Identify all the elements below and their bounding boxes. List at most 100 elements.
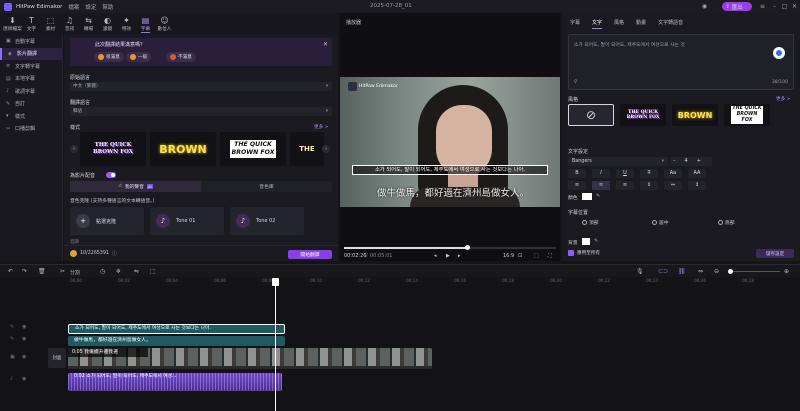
tab-voice-library[interactable]: 音色庫	[201, 181, 332, 192]
tab-0[interactable]: 字幕	[570, 17, 580, 29]
style-card-b[interactable]: BROWN	[672, 104, 718, 126]
playback-progress-handle[interactable]	[464, 245, 470, 250]
sidebar-item-2[interactable]: ≡ 文字轉字幕	[0, 60, 62, 73]
style-card-2[interactable]: BROWN	[150, 132, 216, 166]
video-frame[interactable]: HitPaw Edimakor 소가 되어도, 말이 되어도, 제주도에서 여성…	[340, 77, 560, 207]
freeze-icon[interactable]: ❄	[116, 268, 121, 275]
toolbar-8[interactable]: ☺ 數位人	[155, 13, 174, 35]
maximize-icon[interactable]: □	[780, 2, 789, 11]
voice-tone-01-card[interactable]: ♪ Tone 01	[150, 207, 224, 235]
track-lock-icon[interactable]: ▣	[10, 354, 15, 360]
toolbar-3[interactable]: ♫ 音訊	[60, 13, 79, 35]
style-card-c[interactable]: THE QUICK BROWN FOX	[724, 104, 770, 126]
subtitle-korean[interactable]: 소가 되어도, 말이 되어도, 제주도에서 여성으로 사는 것보다는 나아.	[352, 165, 548, 175]
position-bottom-radio[interactable]: 底部	[718, 219, 735, 226]
zoom-slider-handle[interactable]	[728, 269, 733, 274]
undo-icon[interactable]: ↶	[8, 268, 13, 275]
background-color-swatch[interactable]	[582, 238, 590, 245]
magnet-icon[interactable]: ⊂⊃	[658, 268, 668, 275]
playback-progress[interactable]	[344, 245, 556, 250]
menu-settings[interactable]: 設定	[85, 3, 96, 11]
zoom-in-icon[interactable]: ⊕	[784, 268, 789, 275]
track-audio-icon[interactable]: ♪	[10, 376, 13, 382]
font-family-select[interactable]: Bangers ▾	[568, 157, 668, 166]
export-button[interactable]: ⇪ 匯出	[722, 2, 752, 11]
toolbar-2[interactable]: ⬚ 素材	[41, 13, 60, 35]
sidebar-item-4[interactable]: ♪ 歌詞字幕	[0, 85, 62, 98]
style-card-a[interactable]: THE QUICK BROWN FOX	[620, 104, 666, 126]
subtitle-clip-korean[interactable]: 소가 되어도, 말이 되어도, 제주도에서 여성으로 사는 것보다는 나아.	[68, 324, 285, 334]
tab-4[interactable]: 文字轉語音	[658, 17, 683, 29]
style-card-3[interactable]: THE QUICK BROWN FOX	[220, 132, 286, 166]
fullscreen-icon[interactable]: ⛶	[548, 253, 552, 259]
menu-help[interactable]: 幫助	[102, 3, 113, 11]
style-none-card[interactable]: ⊘	[568, 104, 614, 126]
close-banner-icon[interactable]: ✕	[323, 41, 328, 48]
line-spacing-icon[interactable]: ⇕	[640, 181, 658, 190]
text-color-swatch[interactable]	[582, 193, 592, 200]
video-clip[interactable]: 0:05 我繼續升遷我選	[68, 348, 432, 369]
account-icon[interactable]: ◉	[700, 2, 709, 11]
prev-frame-icon[interactable]: ◂	[434, 253, 437, 259]
style-more-link[interactable]: 更多 >	[314, 124, 329, 130]
sidebar-item-0[interactable]: ▣ 自動字幕	[0, 35, 62, 48]
feedback-satisfied[interactable]: 很滿意	[94, 52, 124, 62]
style-card-4[interactable]: THE	[290, 132, 324, 166]
letter-spacing-icon[interactable]: ⇔	[664, 181, 682, 190]
playhead[interactable]	[272, 278, 279, 411]
menu-icon[interactable]: ≡	[758, 2, 767, 11]
crop-icon[interactable]: ⬚	[534, 253, 539, 259]
voice-clone-card[interactable]: + 點選克隆	[70, 207, 144, 235]
sidebar-item-7[interactable]: ✂ 口播剪輯	[0, 123, 62, 136]
tab-my-voice[interactable]: ☆ 我的聲音 AI	[70, 181, 201, 192]
link-icon[interactable]: ⛓	[678, 268, 686, 275]
feedback-unsatisfied[interactable]: 不滿意	[166, 52, 196, 62]
crop-icon[interactable]: ⬚	[150, 268, 156, 275]
split-label[interactable]: 分割	[70, 269, 80, 276]
tab-1[interactable]: 文字	[592, 17, 603, 29]
redo-icon[interactable]: ↷	[22, 268, 27, 275]
underline-button[interactable]: U	[616, 169, 634, 178]
position-top-radio[interactable]: 頂部	[582, 219, 599, 226]
delete-icon[interactable]: 🗑	[38, 268, 46, 275]
track-mute-icon[interactable]: ◉	[22, 376, 26, 382]
zoom-out-icon[interactable]: ⊖	[714, 268, 719, 275]
style-prev-icon[interactable]: ‹	[70, 145, 78, 153]
track-visibility-icon[interactable]: ◉	[22, 336, 26, 342]
voiceover-toggle[interactable]	[106, 172, 116, 178]
italic-button[interactable]: I	[592, 169, 610, 178]
close-icon[interactable]: ✕	[790, 2, 799, 11]
mirror-icon[interactable]: ⇋	[134, 268, 139, 275]
cover-button[interactable]: 封面	[48, 348, 66, 368]
zoom-slider[interactable]	[728, 269, 780, 274]
font-size-stepper[interactable]: – 4 +	[670, 157, 712, 166]
track-edit-icon[interactable]: ✎	[10, 336, 14, 342]
minus-icon[interactable]: –	[673, 158, 676, 164]
source-language-select[interactable]: 中文（繁體） ▾	[70, 82, 332, 91]
voice-tone-02-card[interactable]: ♪ Tone 02	[230, 207, 304, 235]
info-icon[interactable]: ⓘ	[112, 250, 117, 257]
minimize-icon[interactable]: –	[770, 2, 779, 11]
timeline-ruler[interactable]: 00:00 00:02 00:04 00:06 00:08 00:10 00:12 00:14…	[0, 277, 800, 286]
style-next-icon[interactable]: ›	[322, 145, 330, 153]
tab-2[interactable]: 風格	[614, 17, 624, 29]
subtitle-clip-chinese[interactable]: 做牛做馬，都好過在濟州島做女人。	[68, 336, 285, 346]
menu-file[interactable]: 檔案	[68, 3, 79, 11]
microphone-icon[interactable]: 🎙	[636, 268, 644, 275]
align-right-icon[interactable]: ≡	[616, 181, 634, 190]
fit-icon[interactable]: ⇔	[698, 268, 703, 275]
magic-wand-icon[interactable]: ⚲	[574, 79, 578, 85]
start-translate-button[interactable]: 開始翻譯	[288, 250, 332, 259]
strikethrough-button[interactable]: T̶	[640, 169, 658, 178]
aspect-ratio-select[interactable]: 16:9	[503, 253, 514, 259]
ai-assist-icon[interactable]	[773, 47, 785, 59]
save-settings-button[interactable]: 儲存設定	[756, 249, 794, 258]
feedback-neutral[interactable]: 一般	[126, 52, 152, 62]
eyedropper-icon[interactable]: ✎	[596, 193, 600, 199]
style-card-1[interactable]: THE QUICK BROWN FOX	[80, 132, 146, 166]
toolbar-1[interactable]: T 文字	[22, 13, 41, 35]
sidebar-item-5[interactable]: ✎ 自訂	[0, 98, 62, 111]
position-middle-radio[interactable]: 居中	[652, 219, 669, 226]
bold-button[interactable]: B	[568, 169, 586, 178]
snapshot-icon[interactable]: ⊡	[518, 253, 522, 259]
